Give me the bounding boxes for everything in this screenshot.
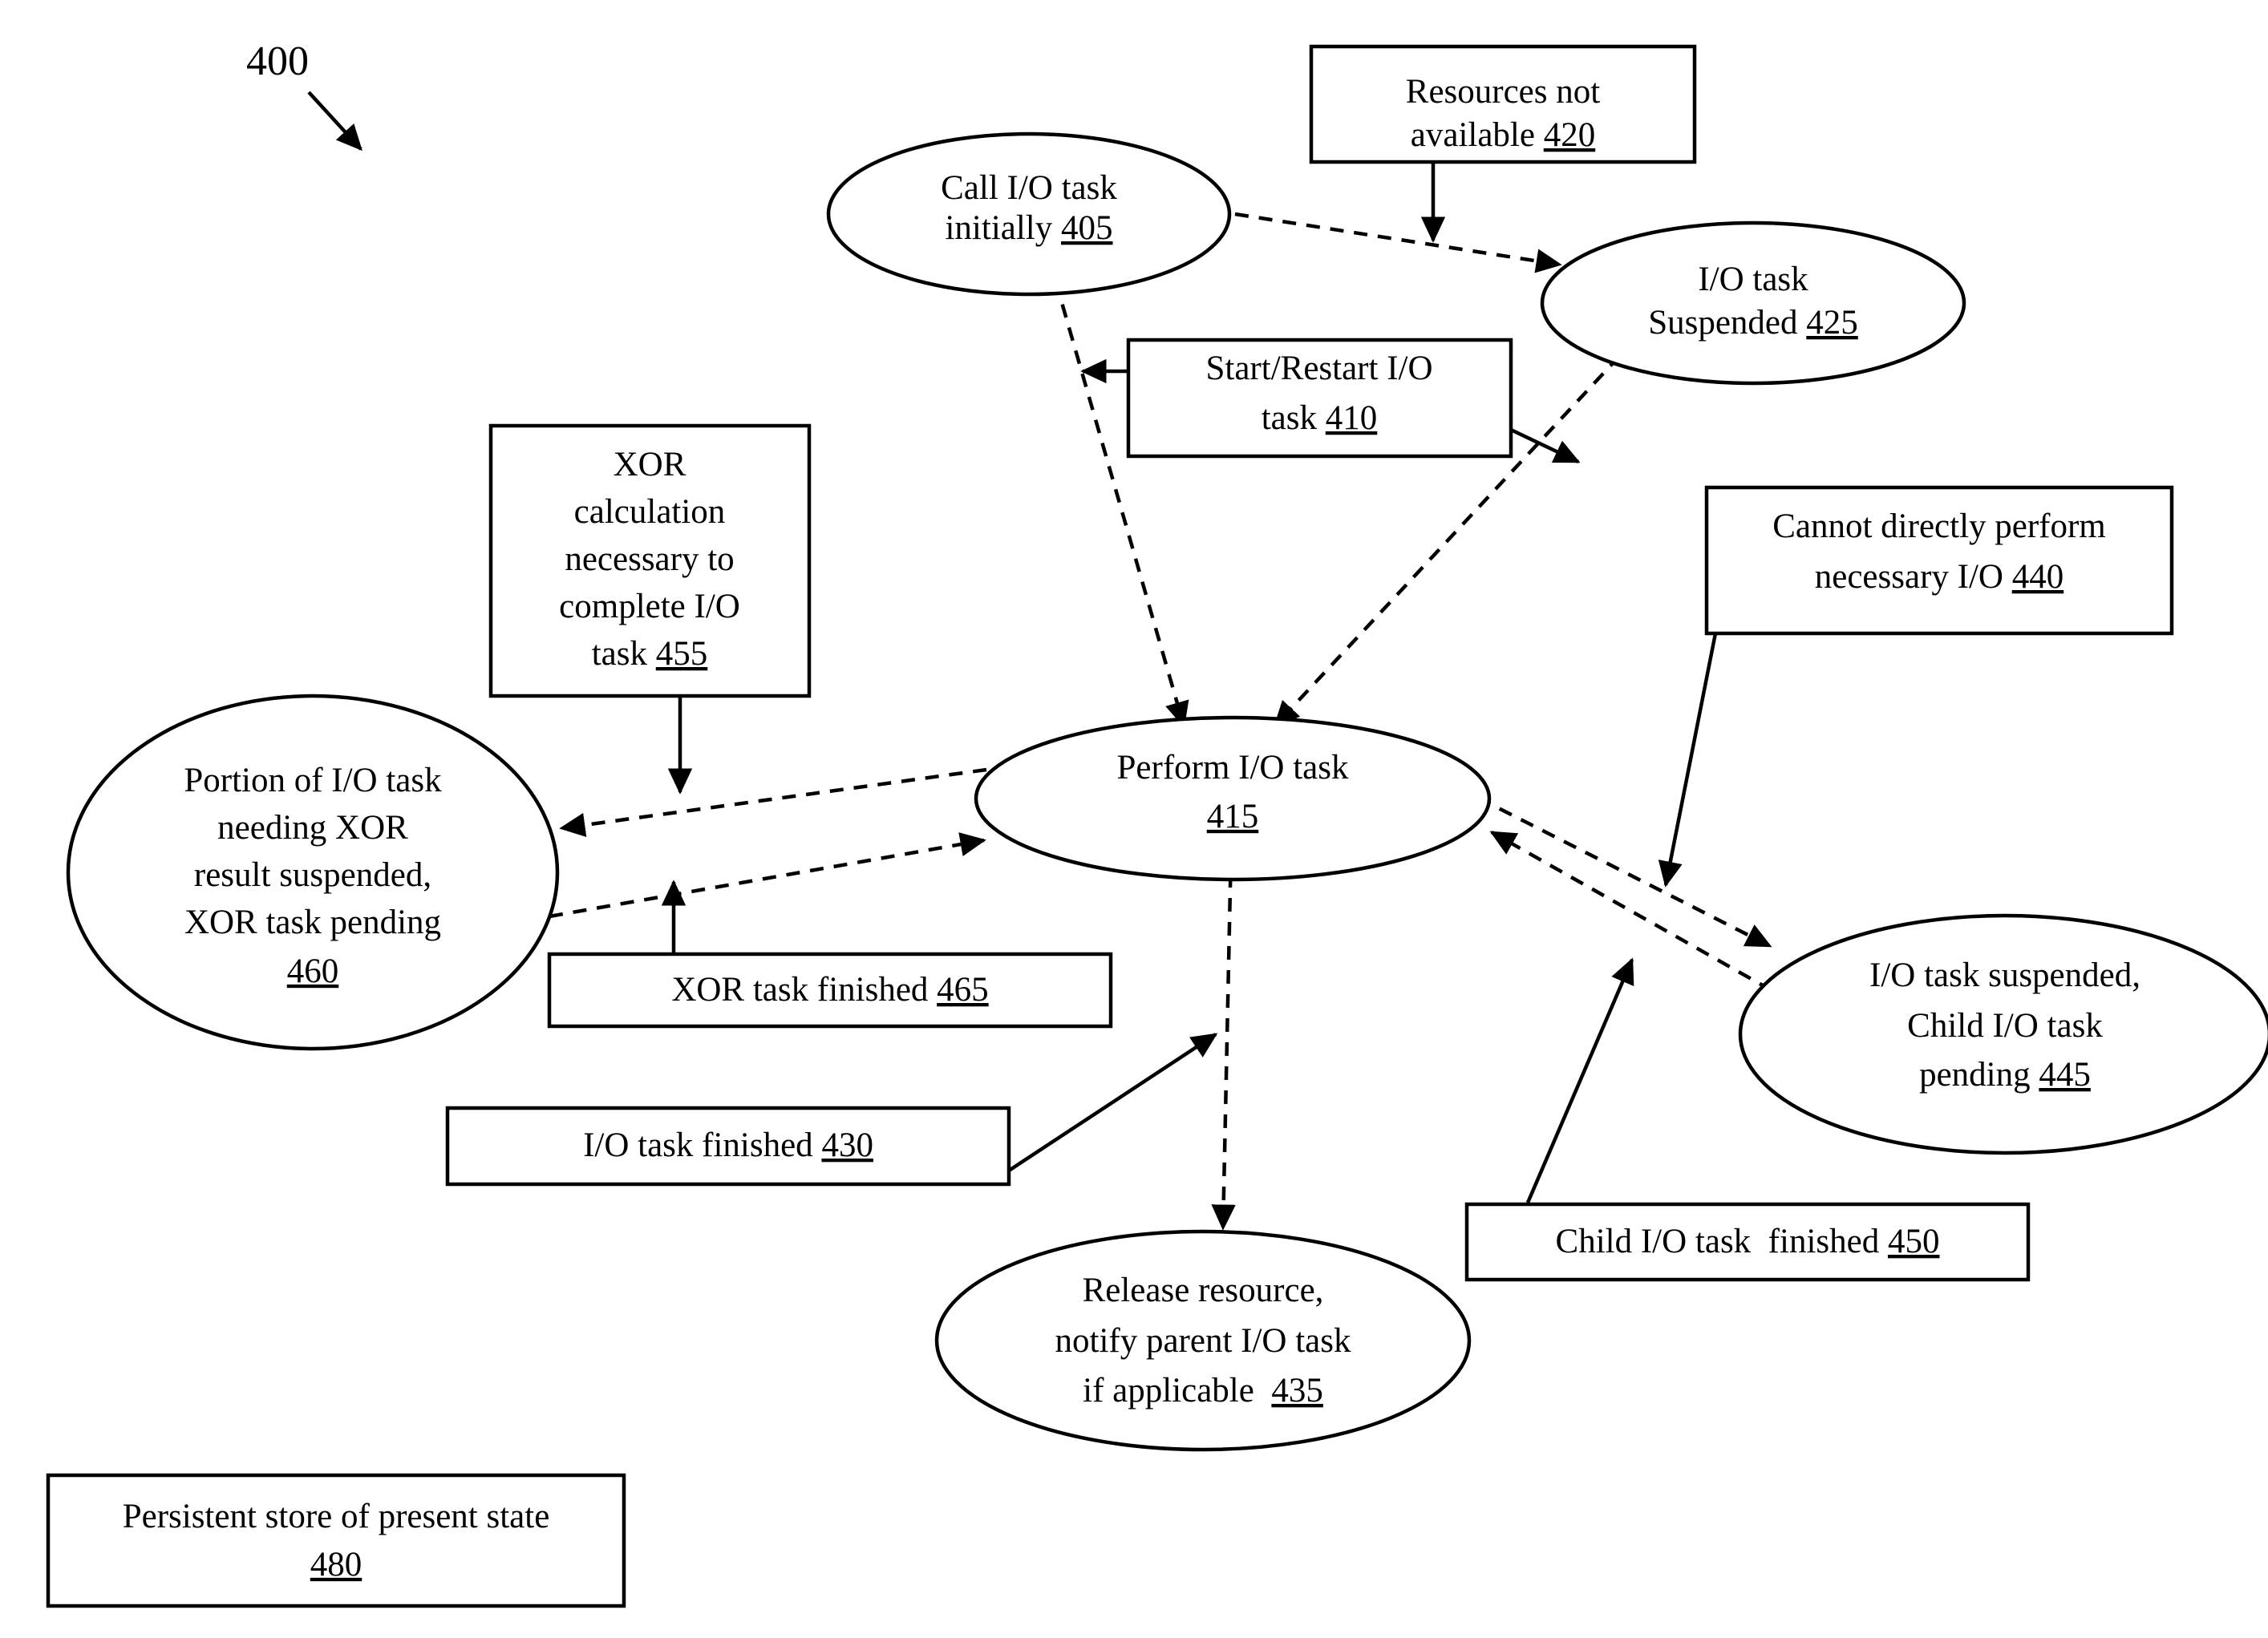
node-455-ref: 455 xyxy=(656,635,708,673)
node-460-line4: XOR task pending xyxy=(184,904,441,941)
node-435-line2: notify parent I/O task xyxy=(1055,1322,1351,1360)
node-440-line2: necessary I/O 440 xyxy=(1815,558,2063,596)
edge-cannot-directly-perform xyxy=(1658,633,1718,888)
node-455-line5-text: task xyxy=(592,635,656,673)
node-425-line2: Suspended 425 xyxy=(1648,304,1858,342)
edge-child-io-task-finished xyxy=(1525,957,1634,1203)
node-resources-not-available-420[interactable]: Resources not available 420 xyxy=(1309,44,1697,164)
node-420-line2: available 420 xyxy=(1411,116,1595,154)
edge-child-pending-to-perform xyxy=(1489,831,1794,1004)
state-diagram-canvas: 400 Call I/O task initially 405 Resource… xyxy=(46,38,2268,1608)
node-410-ref: 410 xyxy=(1326,399,1378,437)
node-425-line1: I/O task xyxy=(1698,261,1808,298)
node-440-line2-text: necessary I/O xyxy=(1815,558,2012,596)
node-release-resource-435[interactable]: Release resource, notify parent I/O task… xyxy=(934,1229,1472,1452)
node-405-line1: Call I/O task xyxy=(941,169,1117,207)
node-480-line1: Persistent store of present state xyxy=(123,1498,550,1535)
node-io-task-finished-430[interactable]: I/O task finished 430 xyxy=(445,1106,1011,1187)
node-440-line1: Cannot directly perform xyxy=(1772,508,2106,545)
node-455-line1: XOR xyxy=(614,446,686,483)
node-455-line5: task 455 xyxy=(592,635,708,673)
node-xor-task-finished-465[interactable]: XOR task finished 465 xyxy=(547,952,1113,1029)
node-430-line1-text: I/O task finished xyxy=(583,1126,821,1164)
node-435-line3-text: if applicable xyxy=(1083,1372,1271,1409)
node-445-line3: pending 445 xyxy=(1919,1056,2091,1094)
patent-figure-400: 400 Call I/O task initially 405 Resource… xyxy=(0,0,2268,1638)
node-io-task-suspended-child-pending-445[interactable]: I/O task suspended, Child I/O task pendi… xyxy=(1738,913,2268,1155)
node-465-line1: XOR task finished 465 xyxy=(671,971,988,1009)
node-430-ref: 430 xyxy=(821,1126,873,1164)
node-455-line4: complete I/O xyxy=(559,588,740,625)
node-455-line3: necessary to xyxy=(565,540,734,578)
node-445-line1: I/O task suspended, xyxy=(1869,957,2140,994)
node-perform-io-task-415[interactable]: Perform I/O task 415 xyxy=(974,715,1492,882)
edge-xor-pending-to-perform xyxy=(549,832,986,919)
figure-number-label: 400 xyxy=(246,38,309,84)
node-cannot-directly-perform-440[interactable]: Cannot directly perform necessary I/O 44… xyxy=(1704,485,2174,636)
node-460-line3: result suspended, xyxy=(194,856,431,894)
edge-perform-to-xor-pending xyxy=(559,767,987,838)
node-420-line1: Resources not xyxy=(1406,73,1600,111)
node-450-line1-text: Child I/O task finished xyxy=(1556,1223,1888,1260)
node-410-line2: task 410 xyxy=(1262,399,1378,437)
node-start-restart-io-task-410[interactable]: Start/Restart I/O task 410 xyxy=(1126,338,1513,459)
edge-perform-to-child-pending xyxy=(1476,795,1772,948)
node-call-io-task-initially-405[interactable]: Call I/O task initially 405 xyxy=(826,131,1232,297)
rect-480-outline xyxy=(46,1473,626,1608)
node-445-ref: 445 xyxy=(2039,1056,2091,1094)
node-410-line2-text: task xyxy=(1262,399,1326,437)
node-420-line2-text: available xyxy=(1411,116,1544,154)
node-480-ref: 480 xyxy=(310,1546,362,1583)
node-410-line1: Start/Restart I/O xyxy=(1205,350,1432,387)
node-445-line3-text: pending xyxy=(1919,1056,2039,1094)
node-435-ref: 435 xyxy=(1271,1372,1323,1409)
node-425-line2-text: Suspended xyxy=(1648,304,1806,342)
node-445-line2: Child I/O task xyxy=(1907,1007,2103,1045)
node-435-line1: Release resource, xyxy=(1083,1272,1324,1309)
node-455-line2: calculation xyxy=(574,493,726,531)
node-425-ref: 425 xyxy=(1806,304,1858,342)
edge-perform-to-release xyxy=(1211,849,1236,1231)
node-450-line1: Child I/O task finished 450 xyxy=(1556,1223,1940,1260)
node-460-ref: 460 xyxy=(287,952,339,990)
node-xor-calculation-necessary-455[interactable]: XOR calculation necessary to complete I/… xyxy=(488,423,812,698)
node-450-ref: 450 xyxy=(1888,1223,1940,1260)
node-415-ref: 415 xyxy=(1207,798,1259,835)
edge-io-task-finished xyxy=(1005,1033,1218,1174)
node-430-line1: I/O task finished 430 xyxy=(583,1126,873,1164)
node-465-line1-text: XOR task finished xyxy=(671,971,937,1009)
node-420-ref: 420 xyxy=(1544,116,1596,154)
node-405-ref: 405 xyxy=(1061,209,1113,247)
node-405-line2-text: initially xyxy=(945,209,1061,247)
node-portion-io-task-xor-pending-460[interactable]: Portion of I/O task needing XOR result s… xyxy=(66,694,560,1051)
edge-call-to-suspended xyxy=(1234,212,1562,273)
node-415-line1: Perform I/O task xyxy=(1117,749,1349,787)
node-465-ref: 465 xyxy=(937,971,989,1009)
node-460-line1: Portion of I/O task xyxy=(184,762,442,799)
node-405-line2: initially 405 xyxy=(945,209,1112,247)
figure-pointer-arrow-icon xyxy=(307,91,362,152)
node-persistent-store-480[interactable]: Persistent store of present state 480 xyxy=(46,1473,626,1608)
node-435-line3: if applicable 435 xyxy=(1083,1372,1323,1409)
node-440-ref: 440 xyxy=(2012,558,2064,596)
node-460-line2: needing XOR xyxy=(217,809,408,847)
edge-call-to-perform xyxy=(1047,257,1189,728)
node-io-task-suspended-425[interactable]: I/O task Suspended 425 xyxy=(1540,220,1966,386)
node-child-io-task-finished-450[interactable]: Child I/O task finished 450 xyxy=(1464,1202,2031,1282)
